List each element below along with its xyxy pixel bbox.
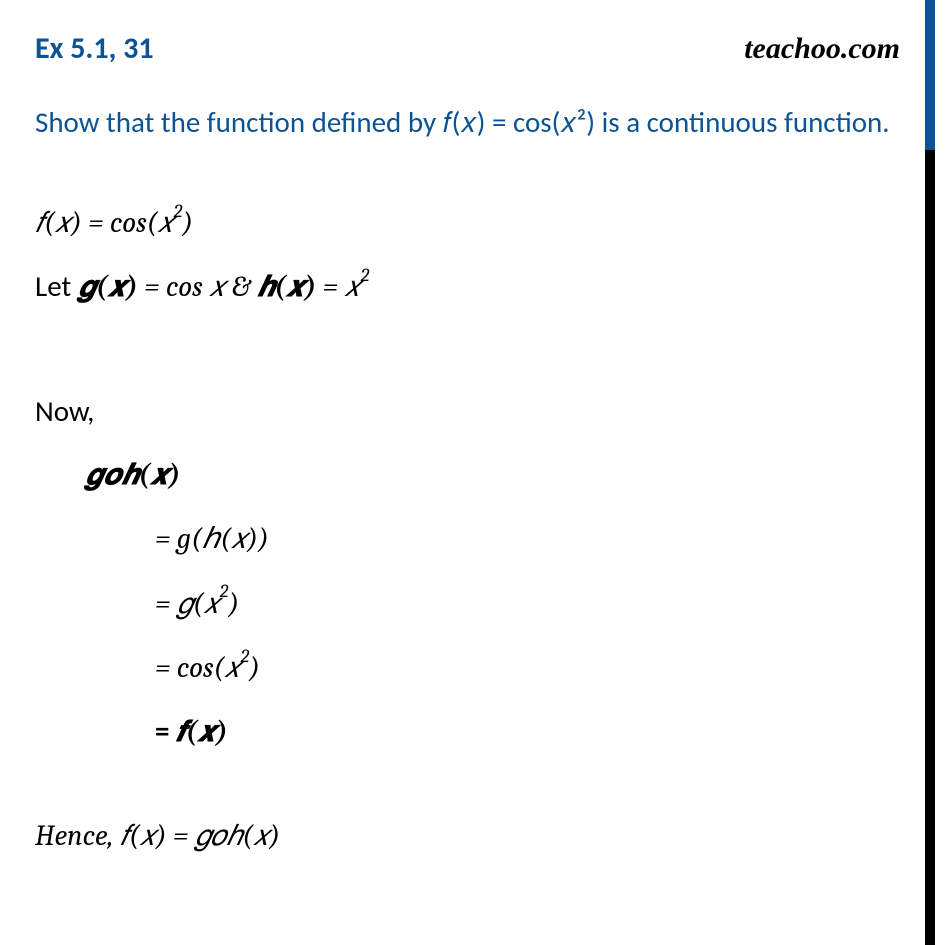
fx-bold: 𝒇(𝒙) <box>176 716 228 749</box>
header-row: Ex 5.1, 31 teachoo.com <box>35 30 900 67</box>
step-3: = cos(𝑥2) <box>35 643 900 693</box>
math-sup: 2 <box>241 645 250 667</box>
math-text: ) <box>249 652 260 685</box>
spacer <box>35 327 900 367</box>
math-text: = 𝑥 <box>316 271 360 304</box>
page-content: Ex 5.1, 31 teachoo.com Show that the fun… <box>0 0 935 945</box>
math-text: = g(ℎ(𝑥)) <box>155 523 269 556</box>
step-4: = 𝒇(𝒙) <box>35 707 900 757</box>
goh-line: 𝒈𝒐𝒉(𝒙) <box>35 450 900 500</box>
math-sup: 2 <box>220 580 229 602</box>
brand-logo: teachoo.com <box>744 32 900 66</box>
math-text: Hence, 𝑓(𝑥) = 𝑔𝑜ℎ(𝑥) <box>35 820 280 853</box>
line-fx-def: 𝑓(𝑥) = cos(𝑥2) <box>35 198 900 248</box>
let-text: Let <box>35 268 78 304</box>
math-sup: 2 <box>174 200 183 222</box>
goh-bold: 𝒈𝒐𝒉(𝒙) <box>85 459 180 492</box>
math-text: = cos(𝑥 <box>155 652 241 685</box>
math-text: ) <box>228 588 239 621</box>
math-text: = cos 𝑥 & <box>138 271 257 304</box>
step-2: = 𝑔(𝑥2) <box>35 579 900 629</box>
spacer <box>35 771 900 811</box>
math-sup: 2 <box>361 264 370 286</box>
hx-bold: 𝒉(𝒙) <box>257 271 316 304</box>
math-text: = 𝑔(𝑥 <box>155 588 220 621</box>
eq-bold: = <box>155 713 176 749</box>
math-text: ) <box>182 207 193 240</box>
exercise-title: Ex 5.1, 31 <box>35 30 154 67</box>
side-accent-dark <box>925 150 935 945</box>
step-1: = g(ℎ(𝑥)) <box>35 514 900 564</box>
line-let-gh: Let 𝒈(𝒙) = cos 𝑥 & 𝒉(𝒙) = 𝑥2 <box>35 262 900 312</box>
math-text: 𝑓(𝑥) = cos(𝑥 <box>35 207 174 240</box>
hence-line: Hence, 𝑓(𝑥) = 𝑔𝑜ℎ(𝑥) <box>35 811 900 861</box>
question-text: Show that the function defined by 𝑓(𝑥) =… <box>35 95 900 150</box>
now-label: Now, <box>35 387 900 436</box>
spacer <box>35 367 900 387</box>
side-accent-blue <box>925 0 935 150</box>
gx-bold: 𝒈(𝒙) <box>78 271 138 304</box>
